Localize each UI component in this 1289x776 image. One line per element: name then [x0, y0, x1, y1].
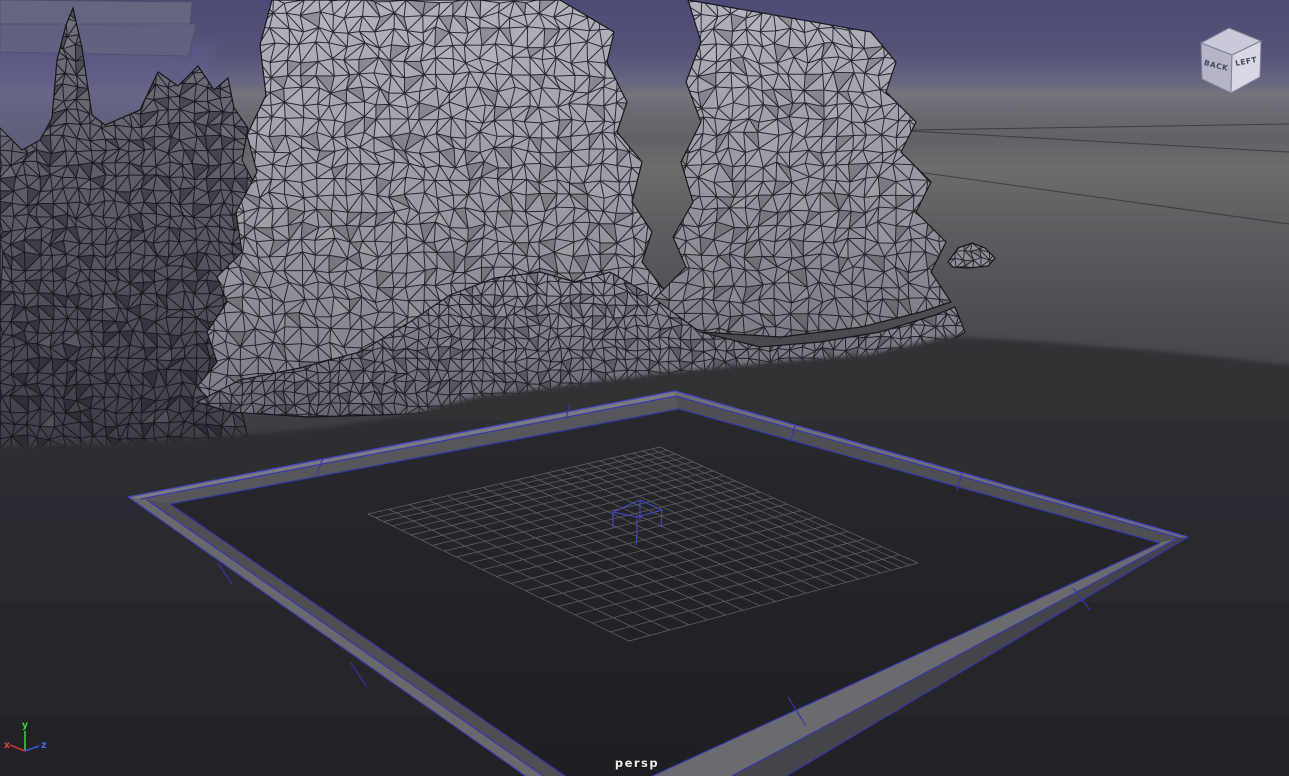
axis-y-label: y [22, 720, 29, 731]
backdrop-plane[interactable] [0, 24, 196, 56]
axis-z-label: z [41, 740, 47, 751]
camera-label: persp [615, 756, 659, 770]
axis-x-label: x [4, 740, 10, 751]
backdrop-planes[interactable] [0, 0, 196, 56]
viewport-canvas[interactable]: BACK LEFT y x z persp [0, 0, 1289, 776]
maya-3d-viewport[interactable]: BACK LEFT y x z persp [0, 0, 1289, 776]
backdrop-plane[interactable] [0, 0, 192, 26]
